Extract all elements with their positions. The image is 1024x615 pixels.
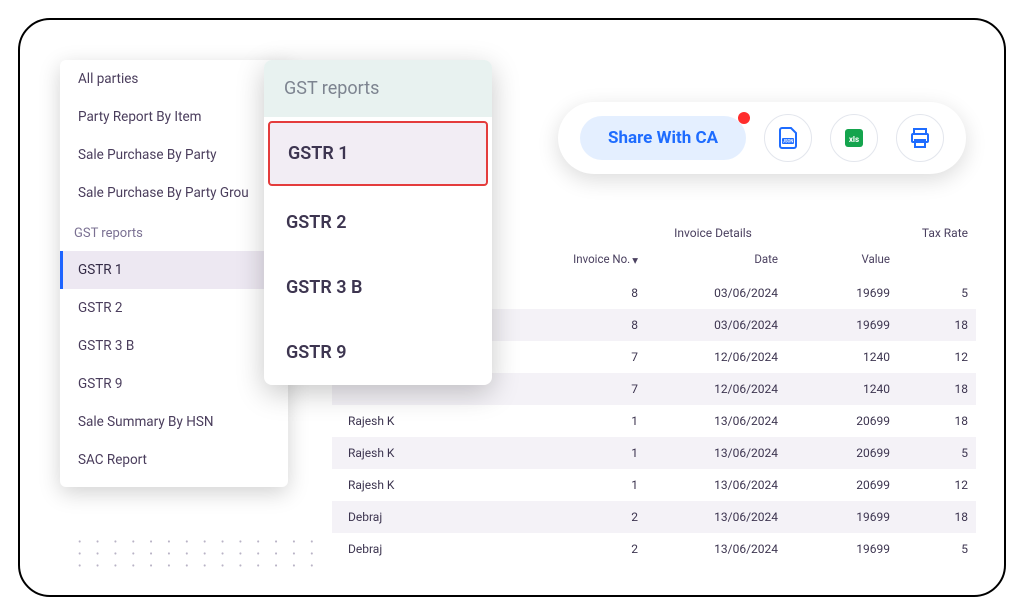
cell-invoice-no: 7 xyxy=(550,382,646,396)
cell-date: 13/06/2024 xyxy=(646,414,786,428)
cell-invoice-no: 8 xyxy=(550,318,646,332)
table-row[interactable]: Rajesh K113/06/20242069912 xyxy=(332,469,976,501)
cell-tax: 18 xyxy=(898,510,976,524)
cell-invoice-no: 8 xyxy=(550,286,646,300)
cell-value: 1240 xyxy=(786,350,898,364)
cell-tax: 18 xyxy=(898,318,976,332)
cell-tax: 5 xyxy=(898,286,976,300)
cell-name: Rajesh K xyxy=(332,446,550,460)
cell-invoice-no: 1 xyxy=(550,414,646,428)
notification-dot-icon xyxy=(738,112,750,124)
popup-item-gstr1[interactable]: GSTR 1 xyxy=(268,121,488,186)
sidebar-item-hsn[interactable]: Sale Summary By HSN xyxy=(60,403,288,441)
cell-invoice-no: 2 xyxy=(550,542,646,556)
cell-tax: 18 xyxy=(898,414,976,428)
cell-date: 12/06/2024 xyxy=(646,350,786,364)
cell-name: Rajesh K xyxy=(332,414,550,428)
svg-text:xls: xls xyxy=(849,135,859,144)
col-value[interactable]: Value xyxy=(786,252,898,267)
cell-value: 1240 xyxy=(786,382,898,396)
cell-date: 13/06/2024 xyxy=(646,510,786,524)
sidebar: All parties Party Report By Item Sale Pu… xyxy=(60,60,288,487)
cell-date: 13/06/2024 xyxy=(646,478,786,492)
cell-name: Debraj xyxy=(332,510,550,524)
app-frame: All parties Party Report By Item Sale Pu… xyxy=(18,18,1006,597)
export-json-button[interactable]: JSON xyxy=(764,114,812,162)
sidebar-item[interactable]: Sale Purchase By Party xyxy=(60,136,288,174)
xls-file-icon: xls xyxy=(842,126,866,150)
sidebar-item-gstr3b[interactable]: GSTR 3 B xyxy=(60,327,288,365)
cell-name: Debraj xyxy=(332,542,550,556)
cell-value: 20699 xyxy=(786,446,898,460)
cell-date: 12/06/2024 xyxy=(646,382,786,396)
cell-tax: 5 xyxy=(898,446,976,460)
cell-invoice-no: 1 xyxy=(550,478,646,492)
cell-value: 19699 xyxy=(786,510,898,524)
export-xls-button[interactable]: xls xyxy=(830,114,878,162)
super-header-invoice: Invoice Details xyxy=(550,226,876,240)
svg-text:JSON: JSON xyxy=(783,140,794,145)
cell-value: 19699 xyxy=(786,542,898,556)
print-icon xyxy=(908,126,932,150)
gst-reports-popup: GST reports GSTR 1 GSTR 2 GSTR 3 B GSTR … xyxy=(264,60,492,385)
sidebar-section-header: GST reports xyxy=(60,212,288,251)
popup-item-gstr9[interactable]: GSTR 9 xyxy=(264,320,492,385)
cell-value: 19699 xyxy=(786,318,898,332)
table-row[interactable]: Debraj213/06/2024196995 xyxy=(332,533,976,565)
toolbar: Share With CA JSON xls xyxy=(558,102,966,174)
table-row[interactable]: Rajesh K113/06/2024206995 xyxy=(332,437,976,469)
cell-value: 19699 xyxy=(786,286,898,300)
cell-invoice-no: 1 xyxy=(550,446,646,460)
sidebar-item-sac[interactable]: SAC Report xyxy=(60,441,288,479)
json-file-icon: JSON xyxy=(776,126,800,150)
sort-desc-icon: ▾ xyxy=(632,253,638,267)
col-invoice-no[interactable]: Invoice No.▾ xyxy=(550,252,646,267)
cell-tax: 5 xyxy=(898,542,976,556)
sidebar-item[interactable]: Party Report By Item xyxy=(60,98,288,136)
sidebar-item-gstr9[interactable]: GSTR 9 xyxy=(60,365,288,403)
table-row[interactable]: Debraj213/06/20241969918 xyxy=(332,501,976,533)
sidebar-item[interactable]: Sale Purchase By Party Grou xyxy=(60,174,288,212)
cell-date: 03/06/2024 xyxy=(646,286,786,300)
table-row[interactable]: Rajesh K113/06/20242069918 xyxy=(332,405,976,437)
cell-invoice-no: 2 xyxy=(550,510,646,524)
cell-invoice-no: 7 xyxy=(550,350,646,364)
cell-tax: 18 xyxy=(898,382,976,396)
cell-value: 20699 xyxy=(786,414,898,428)
col-label: Invoice No. xyxy=(573,252,630,266)
share-label: Share With CA xyxy=(608,128,718,148)
cell-name: Rajesh K xyxy=(332,478,550,492)
share-with-ca-button[interactable]: Share With CA xyxy=(580,116,746,160)
cell-date: 13/06/2024 xyxy=(646,542,786,556)
decorative-dots: • • • • • • • • • • • • • •• • • • • • •… xyxy=(78,537,319,573)
super-header-tax: Tax Rate xyxy=(876,226,976,240)
col-date[interactable]: Date xyxy=(646,252,786,267)
popup-item-gstr2[interactable]: GSTR 2 xyxy=(264,190,492,255)
cell-tax: 12 xyxy=(898,350,976,364)
sidebar-item[interactable]: All parties xyxy=(60,60,288,98)
cell-date: 03/06/2024 xyxy=(646,318,786,332)
popup-item-gstr3b[interactable]: GSTR 3 B xyxy=(264,255,492,320)
cell-tax: 12 xyxy=(898,478,976,492)
print-button[interactable] xyxy=(896,114,944,162)
cell-date: 13/06/2024 xyxy=(646,446,786,460)
sidebar-item-gstr2[interactable]: GSTR 2 xyxy=(60,289,288,327)
popup-title: GST reports xyxy=(264,60,492,117)
cell-value: 20699 xyxy=(786,478,898,492)
sidebar-item-gstr1[interactable]: GSTR 1 xyxy=(60,251,288,289)
